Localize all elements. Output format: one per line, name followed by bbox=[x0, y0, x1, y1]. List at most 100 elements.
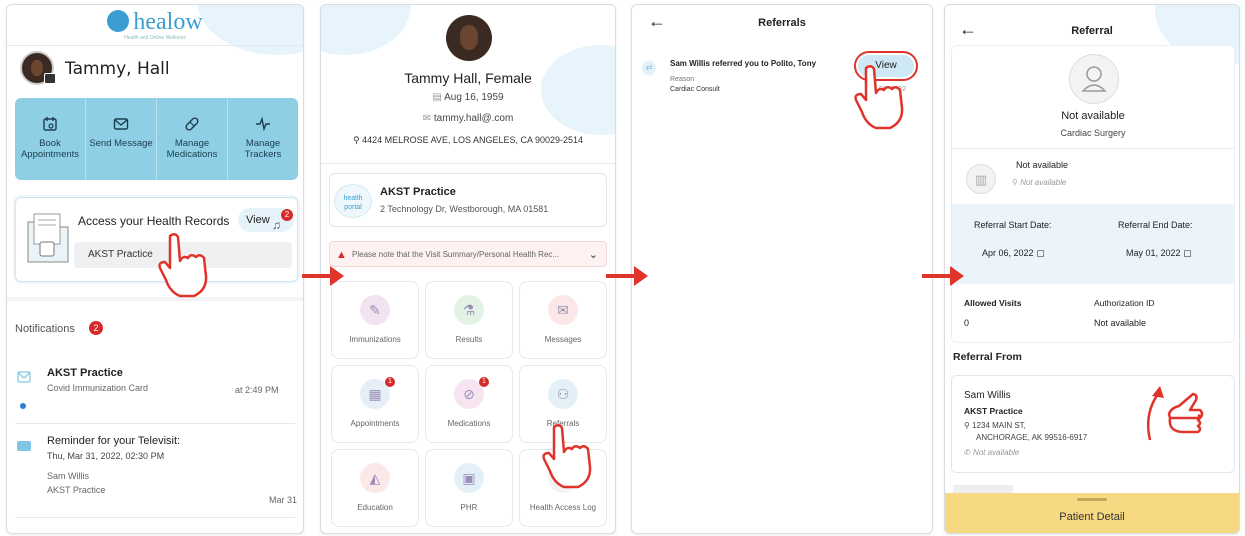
end-date-label: Referral End Date: bbox=[1118, 220, 1193, 230]
pill-icon bbox=[185, 117, 199, 131]
reason-value: Cardiac Consult bbox=[670, 86, 720, 93]
patient-address: ⚲ 4424 MELROSE AVE, LOS ANGELES, CA 9002… bbox=[352, 135, 584, 145]
doctor-avatar bbox=[1069, 54, 1119, 104]
page-title: Referral bbox=[1071, 25, 1113, 37]
referral-icon: ⇄ bbox=[642, 61, 656, 75]
phone-icon: ✆ bbox=[964, 448, 973, 457]
book-appointments-button[interactable]: Book Appointments bbox=[15, 98, 86, 180]
patient-detail-label: Patient Detail bbox=[1059, 511, 1125, 523]
practice-address: 2 Technology Dr, Westborough, MA 01581 bbox=[380, 204, 549, 214]
bell-icon: ♫ bbox=[272, 218, 281, 232]
notifications-title: Notifications bbox=[15, 323, 75, 335]
manage-trackers-button[interactable]: Manage Trackers bbox=[228, 98, 298, 180]
calendar-icon: ▢ bbox=[1036, 248, 1045, 258]
referral-from-title: Referral From bbox=[953, 351, 1022, 363]
provider-practice: AKST Practice bbox=[964, 406, 1023, 416]
allowed-visits-label: Allowed Visits bbox=[964, 298, 1022, 308]
tile-label: Immunizations bbox=[349, 335, 401, 344]
practice-card[interactable]: health portal AKST Practice 2 Technology… bbox=[329, 173, 607, 227]
date-band bbox=[952, 204, 1234, 284]
tile-label: PHR bbox=[460, 503, 478, 512]
tile-label: Messages bbox=[544, 335, 582, 344]
calendar-icon: ▤ bbox=[432, 92, 445, 103]
end-date-value[interactable]: May 01, 2022 ▢ bbox=[1126, 248, 1192, 259]
action-label: Manage Medications bbox=[166, 138, 218, 160]
view-records-button[interactable]: View ♫ 2 bbox=[238, 208, 294, 232]
send-message-button[interactable]: Send Message bbox=[86, 98, 157, 180]
pointer-hand-icon bbox=[542, 424, 592, 489]
doctor-specialty: Cardiac Surgery bbox=[1060, 128, 1126, 138]
pointer-hand-icon bbox=[158, 233, 208, 298]
records-title: Access your Health Records bbox=[78, 214, 230, 228]
records-badge: 2 bbox=[281, 209, 293, 221]
reason-label: Reason bbox=[670, 76, 695, 83]
referral-detail-screen: ← Referral Not available Cardiac Surgery… bbox=[944, 4, 1240, 534]
notification-practice: AKST Practice bbox=[47, 485, 106, 495]
notification-title: Reminder for your Televisit: bbox=[47, 435, 181, 447]
patient-email: ✉ tammy.hall@.com bbox=[422, 113, 514, 124]
referral-detail-card: Not available Cardiac Surgery ▥ Not avai… bbox=[951, 45, 1235, 343]
home-screen: healow Health and Online Wellness Tammy,… bbox=[6, 4, 304, 534]
provider-address-line2: ANCHORAGE, AK 99516-6917 bbox=[976, 433, 1088, 442]
notification-subtitle: Thu, Mar 31, 2022, 02:30 PM bbox=[47, 451, 165, 461]
unread-dot bbox=[20, 403, 26, 409]
tile-label: Medications bbox=[447, 419, 491, 428]
notification-time: Mar 31 bbox=[269, 495, 298, 505]
envelope-icon: ✉ bbox=[548, 295, 578, 325]
graduation-cap-icon: ◭ bbox=[360, 463, 390, 493]
notice-text: Please note that the Visit Summary/Perso… bbox=[352, 250, 560, 259]
folder-icon bbox=[27, 213, 69, 263]
location-pin-icon: ⚲ bbox=[352, 135, 363, 145]
facility-location: ⚲ Not available bbox=[1012, 178, 1067, 187]
pulse-icon bbox=[256, 116, 270, 132]
action-label: Send Message bbox=[89, 138, 153, 149]
tile-medications[interactable]: ⊘ Medications 1 bbox=[425, 365, 513, 443]
tile-label: Health Access Log bbox=[529, 503, 597, 512]
envelope-icon bbox=[17, 371, 31, 383]
envelope-icon: ✉ bbox=[422, 113, 434, 124]
envelope-icon bbox=[113, 118, 129, 130]
video-icon bbox=[17, 441, 31, 451]
pointer-hand-icon bbox=[854, 65, 904, 130]
tile-education[interactable]: ◭ Education bbox=[331, 449, 419, 527]
provider-phone[interactable]: ✆ Not available bbox=[964, 448, 1019, 457]
facility-name: Not available bbox=[1016, 160, 1069, 170]
tile-badge: 1 bbox=[385, 377, 395, 387]
tile-results[interactable]: ⚗ Results bbox=[425, 281, 513, 359]
visit-summary-notice[interactable]: ▲ Please note that the Visit Summary/Per… bbox=[329, 241, 607, 267]
patient-name: Tammy Hall, Female bbox=[404, 70, 532, 86]
action-label: Manage Trackers bbox=[244, 138, 282, 160]
next-section-title bbox=[953, 485, 1013, 493]
tile-badge: 1 bbox=[479, 377, 489, 387]
provider-name: Sam Willis bbox=[964, 390, 1011, 401]
location-pin-icon: ⚲ bbox=[1012, 178, 1021, 187]
tile-phr[interactable]: ▣ PHR bbox=[425, 449, 513, 527]
page-title: Referrals bbox=[758, 17, 806, 29]
building-icon: ▥ bbox=[966, 164, 996, 194]
manage-medications-button[interactable]: Manage Medications bbox=[157, 98, 228, 180]
notification-provider: Sam Willis bbox=[47, 471, 89, 481]
healow-logo: healow bbox=[7, 9, 303, 36]
quick-actions: Book Appointments Send Message Manage Me… bbox=[15, 98, 298, 180]
avatar[interactable] bbox=[446, 15, 492, 61]
document-icon: ▣ bbox=[454, 463, 484, 493]
scroll-gesture-icon bbox=[1147, 386, 1204, 441]
tutorial-stage: healow Health and Online Wellness Tammy,… bbox=[0, 0, 1245, 536]
tile-appointments[interactable]: ▦ Appointments 1 bbox=[331, 365, 419, 443]
next-step-arrow bbox=[606, 266, 648, 286]
tile-messages[interactable]: ✉ Messages bbox=[519, 281, 607, 359]
allowed-visits-value: 0 bbox=[964, 318, 970, 328]
referral-icon: ⚇ bbox=[548, 379, 578, 409]
referral-title: Sam Willis referred you to Polito, Tony bbox=[670, 59, 817, 68]
notification-title: AKST Practice bbox=[47, 367, 123, 379]
patient-dob: ▤ Aug 16, 1959 bbox=[432, 92, 504, 103]
id-card-icon bbox=[44, 73, 56, 84]
patient-detail-button[interactable]: Patient Detail bbox=[945, 493, 1239, 533]
chevron-down-icon[interactable]: ⌄ bbox=[589, 242, 598, 268]
drag-handle[interactable] bbox=[1077, 498, 1107, 501]
tile-immunizations[interactable]: ✎ Immunizations bbox=[331, 281, 419, 359]
authorization-label: Authorization ID bbox=[1094, 298, 1155, 308]
tile-label: Education bbox=[357, 503, 393, 512]
start-date-value[interactable]: Apr 06, 2022 ▢ bbox=[982, 248, 1045, 259]
flask-icon: ⚗ bbox=[454, 295, 484, 325]
